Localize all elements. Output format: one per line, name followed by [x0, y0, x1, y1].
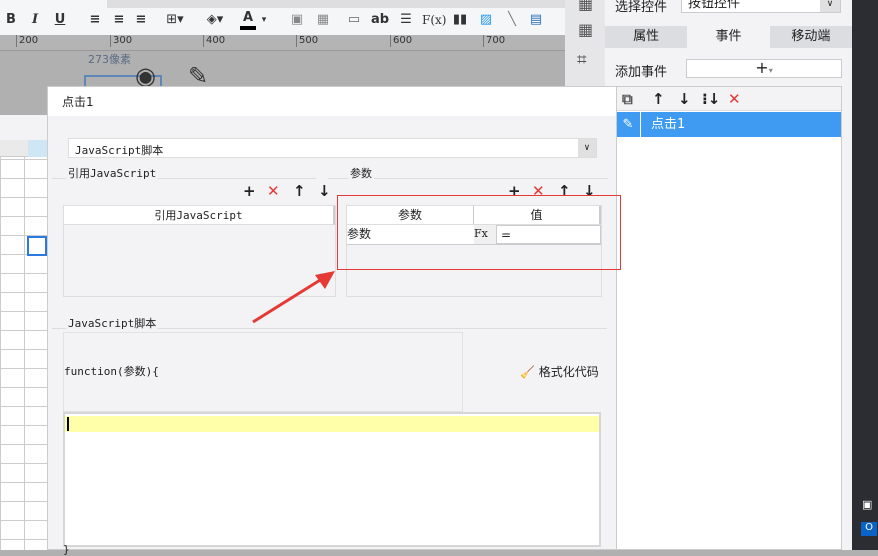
tab-mobile[interactable]: 移动端	[769, 26, 852, 48]
tab-events[interactable]: 事件	[687, 26, 770, 48]
italic-button[interactable]: I	[28, 10, 42, 30]
side-icon-strip: ▦ ▦ ⌗	[565, 0, 605, 86]
align-right-icon[interactable]: ≡	[132, 10, 150, 30]
ruler-tick: 500	[296, 35, 318, 47]
delete-icon[interactable]: ✕	[728, 91, 741, 107]
font-color-button[interactable]: A	[240, 10, 256, 30]
align-left-icon[interactable]: ≡	[86, 10, 104, 30]
plus-icon: +	[755, 58, 769, 77]
widget-info-icon[interactable]: ▦	[578, 20, 593, 39]
textbox-icon[interactable]: ▭	[344, 10, 364, 30]
event-list: ⧉ ↑ ↓ ⁝↓ ✕ ✎ 点击1	[615, 86, 842, 550]
copy-icon[interactable]: ⧉	[622, 91, 633, 107]
right-panel: 选择控件 按钮控件 ∨ 属性 事件 移动端 添加事件 +▾ ⧉ ↑ ↓ ⁝↓ ✕…	[605, 0, 852, 550]
script-section-label: JavaScript脚本	[66, 315, 159, 331]
add-ref-icon[interactable]: +	[243, 183, 256, 199]
tab-properties[interactable]: 属性	[605, 26, 688, 48]
fill-color-icon[interactable]: ◈▾	[200, 10, 230, 30]
ruler-tick: 600	[390, 35, 412, 47]
action-type-value: JavaScript脚本	[75, 144, 164, 157]
event-name: 点击1	[651, 117, 686, 132]
event-list-item[interactable]: ✎ 点击1	[616, 112, 841, 137]
delete-ref-icon[interactable]: ✕	[267, 183, 280, 199]
taskbar-app-icon[interactable]: ▣	[862, 498, 872, 511]
dialog-title: 点击1	[48, 87, 616, 116]
grid-icon[interactable]: ▦	[314, 10, 332, 30]
text-cursor	[67, 417, 69, 431]
outlook-icon[interactable]: O	[861, 522, 877, 536]
ruler-tick: 200	[16, 35, 38, 47]
action-type-select[interactable]: JavaScript脚本 ∨	[68, 138, 597, 158]
event-dialog: 点击1 JavaScript脚本 ∨ 引用JavaScript 参数 + ✕ ↑…	[47, 86, 621, 556]
select-control-value: 按钮控件	[688, 0, 741, 11]
toolbar-top-strip	[107, 0, 565, 8]
params-section-label: 参数	[348, 165, 374, 181]
ruler-tick: 400	[203, 35, 225, 47]
ruler-tick: 300	[110, 35, 132, 47]
select-control-dropdown[interactable]: 按钮控件 ∨	[681, 0, 841, 13]
ref-js-section-label: 引用JavaScript	[66, 165, 159, 181]
spreadsheet-grid[interactable]	[0, 140, 47, 550]
formula-button[interactable]: F(x)	[422, 10, 446, 30]
taskbar: ▣ O	[852, 0, 878, 550]
move-up-icon[interactable]: ↑	[652, 91, 665, 107]
format-code-button[interactable]: 🧹 格式化代码	[520, 363, 599, 380]
font-color-dropdown-icon[interactable]: ▾	[258, 10, 270, 30]
edit-pencil-icon[interactable]: ✎	[616, 112, 641, 137]
select-control-label: 选择控件	[615, 0, 668, 15]
size-label: 273像素	[88, 53, 131, 66]
ref-js-column-header: 引用JavaScript	[64, 206, 335, 225]
text-widget-button[interactable]: ab	[370, 10, 390, 30]
move-down-icon[interactable]: ↓	[678, 91, 691, 107]
script-editor[interactable]	[63, 412, 601, 547]
sheet-gap	[0, 115, 47, 140]
function-signature: function(参数){	[64, 365, 159, 378]
dropdown-arrow-icon: ▾	[768, 66, 773, 75]
toolbar: B I U ≡ ≡ ≡ ⊞▾ ◈▾ A ▾ ▣ ▦ ▭ ab ☰ F(x) ▮▮…	[0, 0, 565, 35]
image-icon[interactable]: ▨	[476, 10, 496, 30]
chart-icon[interactable]: ▮▮	[450, 10, 470, 30]
format-code-label: 格式化代码	[538, 365, 599, 379]
ref-up-icon[interactable]: ↑	[293, 183, 306, 199]
bold-button[interactable]: B	[4, 10, 18, 30]
line-icon[interactable]: ╲	[502, 10, 522, 30]
crop-frame-icon[interactable]: ⌗	[577, 50, 587, 70]
annotation-box	[337, 195, 621, 270]
chevron-down-icon[interactable]: ∨	[820, 0, 840, 12]
broom-icon: 🧹	[520, 365, 535, 379]
merge-cells-icon[interactable]: ▣	[288, 10, 306, 30]
underline-button[interactable]: U	[52, 10, 68, 30]
paragraph-icon[interactable]: ☰	[396, 10, 416, 30]
add-event-label: 添加事件	[615, 65, 668, 80]
selected-column-header	[28, 140, 47, 157]
add-event-button[interactable]: +▾	[686, 59, 842, 78]
ruler: 200 300 400 500 600 700	[0, 35, 565, 51]
annotation-arrow	[252, 271, 335, 324]
table-icon[interactable]: ▦	[578, 0, 593, 13]
align-center-icon[interactable]: ≡	[110, 10, 128, 30]
chevron-down-icon[interactable]: ∨	[578, 139, 596, 157]
ref-down-icon[interactable]: ↓	[318, 183, 331, 199]
move-to-bottom-icon[interactable]: ⁝↓	[702, 91, 720, 107]
ruler-tick: 700	[483, 35, 505, 47]
frame-icon[interactable]: ▤	[528, 10, 544, 30]
border-dropdown-icon[interactable]: ⊞▾	[160, 10, 190, 30]
selected-cell[interactable]	[27, 236, 47, 256]
current-line-highlight	[65, 416, 599, 432]
